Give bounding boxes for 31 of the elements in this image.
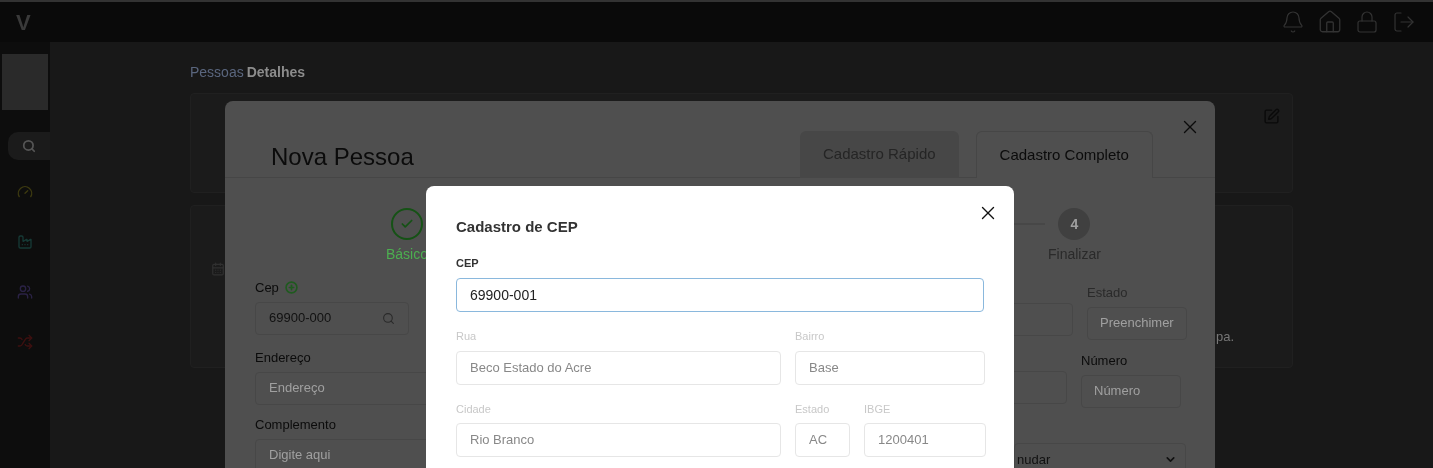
step-check-icon	[391, 208, 423, 240]
breadcrumb-current: Detalhes	[246, 63, 306, 82]
users-icon[interactable]	[17, 284, 33, 300]
input-field[interactable]: 69900-001	[456, 278, 984, 312]
home-icon[interactable]	[1317, 9, 1343, 35]
gauge-icon[interactable]	[17, 184, 33, 200]
field-label: Endereço	[255, 349, 311, 367]
shuffle-icon[interactable]	[17, 334, 33, 350]
factory-icon[interactable]	[17, 234, 33, 250]
add-icon[interactable]	[284, 281, 298, 295]
tab[interactable]: Cadastro Completo	[975, 131, 1153, 178]
field-label: Complemento	[255, 416, 336, 434]
input-field[interactable]: Número	[1081, 374, 1181, 408]
step-label: Básico	[386, 245, 429, 264]
background-text: pa.	[1216, 328, 1235, 346]
breadcrumb-link[interactable]: Pessoas	[190, 62, 244, 83]
dialog-title: Cadastro de CEP	[456, 217, 579, 237]
input-field[interactable]: 69900-000	[255, 301, 409, 335]
step-number: 4	[1058, 208, 1091, 240]
field-label: Número	[1081, 352, 1129, 370]
input-field[interactable]: Preenchimer	[1087, 306, 1187, 340]
field-label: CEP	[456, 255, 480, 271]
calendar-icon	[211, 262, 225, 276]
bell-icon[interactable]	[1281, 9, 1305, 35]
avatar-placeholder	[2, 54, 48, 110]
search-icon	[22, 139, 36, 153]
field-label: Cep	[255, 279, 279, 297]
modal-title: Nova Pessoa	[271, 142, 414, 172]
search-button[interactable]	[8, 132, 50, 160]
search-icon[interactable]	[382, 311, 395, 325]
lock-icon[interactable]	[1355, 9, 1379, 35]
